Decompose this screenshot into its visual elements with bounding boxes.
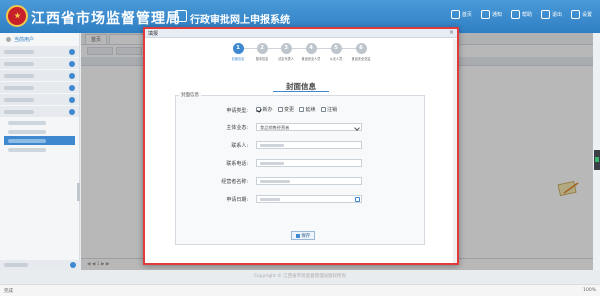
apply-type-row: 申请类型: 新办 变更 延续 注销 [176,106,426,116]
top-link-logout[interactable]: 退出 [540,10,562,19]
step-6[interactable]: 6 食品安全总监 [348,43,374,62]
sidebar-subitem[interactable] [0,145,79,154]
dialog-titlebar: 填报 × [145,29,457,38]
dialog-title: 填报 [148,30,159,37]
option-new[interactable]: 新办 [256,106,273,113]
top-links: 首页 通知 帮助 退出 设置 [450,10,592,19]
expand-icon[interactable] [69,72,75,79]
system-title: 行政审批网上申报系统 [190,15,290,26]
checkbox[interactable] [277,107,283,112]
sidebar-item[interactable] [0,58,79,69]
avatar [6,36,11,42]
sidebar-bottom-item[interactable] [0,260,80,270]
sidebar-subitem-active[interactable] [4,136,75,145]
gear-icon [570,10,580,19]
checkbox[interactable] [320,107,326,112]
sidebar-item[interactable] [0,46,79,57]
step-3[interactable]: 3 法定代表人 [273,43,299,62]
checkbox[interactable] [299,107,305,112]
sidebar: 当前用户 [0,33,80,270]
cover-info-fieldset: 封面信息 申请类型: 新办 变更 延续 注销 主体业态: 食品销售经营者 联系人… [175,92,426,245]
checkbox-checked[interactable] [256,107,261,112]
date-row: 申请日期: [176,195,426,205]
step-indicator: 1 封面信息 2 基本信息 3 法定代表人 4 食品安全人员 5 从业人员 6 … [225,43,375,67]
sidebar-item[interactable] [0,82,79,93]
expand-icon[interactable] [69,60,75,67]
sidebar-item-expanded[interactable] [0,106,79,117]
contact-row: 联系人: [176,141,426,151]
entity-row: 主体业态: 食品销售经营者 [176,123,426,133]
chevron-down-icon [354,125,360,131]
close-icon[interactable]: × [449,30,454,36]
operator-label: 经营者名称: [221,179,248,185]
entity-label: 主体业态: [226,125,248,131]
option-change[interactable]: 变更 [277,106,294,113]
side-float-tab[interactable] [594,150,600,170]
save-icon [295,233,300,238]
bell-icon [480,10,490,19]
fieldset-legend: 封面信息 [179,92,201,98]
apply-type-options: 新办 变更 延续 注销 [256,106,337,113]
operator-input[interactable] [256,177,362,185]
sidebar-subitem[interactable] [0,118,79,127]
org-title: 江西省市场监督管理局 [31,11,181,27]
step-5[interactable]: 5 从业人员 [323,43,349,62]
system-icon [175,10,187,22]
calendar-icon[interactable] [355,197,360,202]
entity-select[interactable]: 食品销售经营者 [256,123,362,131]
contact-label: 联系人: [231,143,248,149]
expand-icon[interactable] [69,96,75,103]
expand-icon[interactable] [69,48,75,55]
sidebar-item[interactable] [0,70,79,81]
operator-row: 经营者名称: [176,177,426,187]
step-1[interactable]: 1 封面信息 [225,43,251,62]
apply-type-label: 申请类型: [226,108,248,114]
sidebar-subitem[interactable] [0,127,79,136]
top-link-notice[interactable]: 通知 [480,10,502,19]
phone-row: 联系电话: [176,159,426,169]
sidebar-item[interactable] [0,94,79,105]
sidebar-collapse-handle[interactable] [77,183,80,201]
expand-icon[interactable] [70,262,76,268]
option-renew[interactable]: 延续 [299,106,316,113]
status-text: 完成 [4,288,13,294]
top-link-settings[interactable]: 设置 [570,10,592,19]
home-icon [450,10,460,19]
date-label: 申请日期: [226,197,248,203]
date-input[interactable] [256,195,362,203]
contact-input[interactable] [256,141,362,149]
step-4[interactable]: 4 食品安全人员 [298,43,324,62]
logout-icon [540,10,550,19]
phone-input[interactable] [256,159,362,167]
copyright-footer: Copyright © 江西省市场监督管理局版权所有 [0,270,600,284]
fill-dialog: 填报 × 1 封面信息 2 基本信息 3 法定代表人 4 食品安全人员 5 从业… [143,27,459,265]
section-divider [273,91,329,92]
browser-statusbar: 完成 100% [0,284,600,296]
top-link-help[interactable]: 帮助 [510,10,532,19]
top-link-home[interactable]: 首页 [450,10,472,19]
zoom-level[interactable]: 100% [583,288,596,293]
expand-icon[interactable] [69,84,75,91]
save-button[interactable]: 保存 [291,231,315,240]
dialog-scrollbar[interactable] [453,39,457,263]
current-user: 当前用户 [0,33,79,45]
phone-label: 联系电话: [226,161,248,167]
national-emblem-icon [6,5,28,27]
collapse-icon[interactable] [69,108,75,115]
user-icon [510,10,520,19]
option-cancel[interactable]: 注销 [320,106,337,113]
step-2[interactable]: 2 基本信息 [249,43,275,62]
